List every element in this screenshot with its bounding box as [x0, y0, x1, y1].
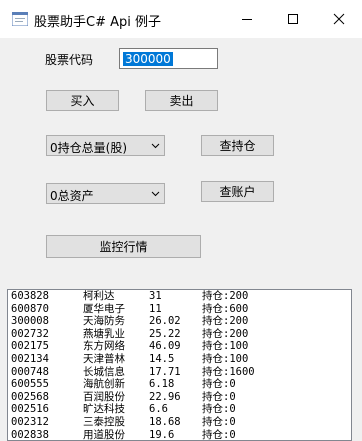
price-cell: 6.18	[149, 378, 175, 391]
stock-code-cell: 600870	[11, 302, 49, 315]
stock-code-cell: 002134	[11, 352, 49, 365]
stock-code-cell: 002175	[11, 340, 49, 353]
position-select[interactable]: 0持仓总量(股)	[46, 135, 165, 156]
maximize-button[interactable]	[270, 0, 316, 38]
stock-name-cell: 三泰控股	[83, 415, 125, 428]
holding-cell: 持仓:600	[202, 302, 249, 315]
price-cell: 17.71	[149, 365, 181, 378]
title-bar: 股票助手C# Api 例子	[0, 0, 362, 38]
stock-code-cell: 000748	[11, 365, 49, 378]
app-icon	[12, 12, 28, 26]
stock-name-cell: 厦华电子	[83, 302, 125, 315]
list-item[interactable]: 002516 旷达科技 6.6 持仓:0	[8, 403, 351, 416]
query-account-button[interactable]: 查账户	[201, 181, 274, 202]
account-select-value: 0总资产	[50, 189, 94, 203]
stock-code-cell: 300008	[11, 315, 49, 328]
stock-name-cell: 柯利达	[83, 290, 115, 302]
list-item[interactable]: 002312 三泰控股 18.68 持仓:0	[8, 416, 351, 429]
list-item[interactable]: 002175 东方网络 46.09 持仓:100	[8, 340, 351, 353]
stock-list[interactable]: 603828 柯利达 31 持仓:200 600870 厦华电子 11 持仓:600 30000…	[7, 289, 352, 441]
list-item[interactable]: 600870 厦华电子 11 持仓:600	[8, 303, 351, 316]
holding-cell: 持仓:0	[202, 378, 236, 391]
position-select-value: 0持仓总量(股)	[50, 141, 127, 155]
stock-name-cell: 天津普林	[83, 352, 125, 365]
list-item[interactable]: 603828 柯利达 31 持仓:200	[8, 290, 351, 303]
holding-cell: 持仓:1600	[202, 365, 255, 378]
stock-code-cell: 002568	[11, 390, 49, 403]
chevron-down-icon	[151, 191, 160, 197]
stock-code-cell: 600555	[11, 378, 49, 391]
stock-name-cell: 百润股份	[83, 390, 125, 403]
holding-cell: 持仓:0	[202, 428, 236, 441]
stock-code-cell: 002516	[11, 403, 49, 416]
stock-name-cell: 天海防务	[83, 315, 125, 328]
minimize-icon	[242, 19, 252, 20]
price-cell: 14.5	[149, 352, 175, 365]
list-item[interactable]: 002134 天津普林 14.5 持仓:100	[8, 353, 351, 366]
holding-cell: 持仓:0	[202, 390, 236, 403]
price-cell: 31	[149, 290, 162, 302]
stock-name-cell: 用道股份	[83, 428, 125, 441]
price-cell: 6.6	[149, 403, 168, 416]
list-item[interactable]: 002732 燕塘乳业 25.22 持仓:200	[8, 328, 351, 341]
stock-name-cell: 长城信息	[83, 365, 125, 378]
holding-cell: 持仓:200	[202, 327, 249, 340]
holding-cell: 持仓:0	[202, 403, 236, 416]
list-item[interactable]: 600555 海航创新 6.18 持仓:0	[8, 378, 351, 391]
stock-code-cell: 002838	[11, 428, 49, 441]
price-cell: 46.09	[149, 340, 181, 353]
close-icon	[333, 13, 345, 25]
list-item[interactable]: 300008 天海防务 26.02 持仓:200	[8, 315, 351, 328]
stock-code-value: 300000	[123, 52, 173, 66]
buy-button[interactable]: 买入	[46, 90, 119, 111]
price-cell: 19.6	[149, 428, 175, 441]
stock-name-cell: 海航创新	[83, 378, 125, 391]
account-select[interactable]: 0总资产	[46, 183, 165, 204]
stock-name-cell: 燕塘乳业	[83, 327, 125, 340]
chevron-down-icon	[151, 143, 160, 149]
list-item[interactable]: 002568 百润股份 22.96 持仓:0	[8, 391, 351, 404]
stock-code-cell: 002312	[11, 415, 49, 428]
window-title: 股票助手C# Api 例子	[34, 15, 161, 30]
list-item[interactable]: 002838 用道股份 19.6 持仓:0	[8, 428, 351, 441]
price-cell: 18.68	[149, 415, 181, 428]
maximize-icon	[288, 14, 298, 24]
sell-button[interactable]: 卖出	[145, 90, 218, 111]
query-position-button[interactable]: 查持仓	[201, 135, 274, 156]
minimize-button[interactable]	[224, 0, 270, 38]
price-cell: 11	[149, 302, 162, 315]
stock-code-input[interactable]: 300000	[119, 48, 218, 69]
price-cell: 26.02	[149, 315, 181, 328]
price-cell: 25.22	[149, 327, 181, 340]
monitor-quotes-button[interactable]: 监控行情	[46, 235, 201, 258]
stock-code-label: 股票代码	[45, 53, 94, 67]
stock-name-cell: 旷达科技	[83, 403, 125, 416]
holding-cell: 持仓:100	[202, 352, 249, 365]
holding-cell: 持仓:0	[202, 415, 236, 428]
holding-cell: 持仓:200	[202, 315, 249, 328]
stock-code-cell: 002732	[11, 327, 49, 340]
list-item[interactable]: 000748 长城信息 17.71 持仓:1600	[8, 366, 351, 379]
holding-cell: 持仓:200	[202, 290, 249, 302]
close-button[interactable]	[316, 0, 362, 38]
price-cell: 22.96	[149, 390, 181, 403]
holding-cell: 持仓:100	[202, 340, 249, 353]
stock-name-cell: 东方网络	[83, 340, 125, 353]
stock-code-cell: 603828	[11, 290, 49, 302]
